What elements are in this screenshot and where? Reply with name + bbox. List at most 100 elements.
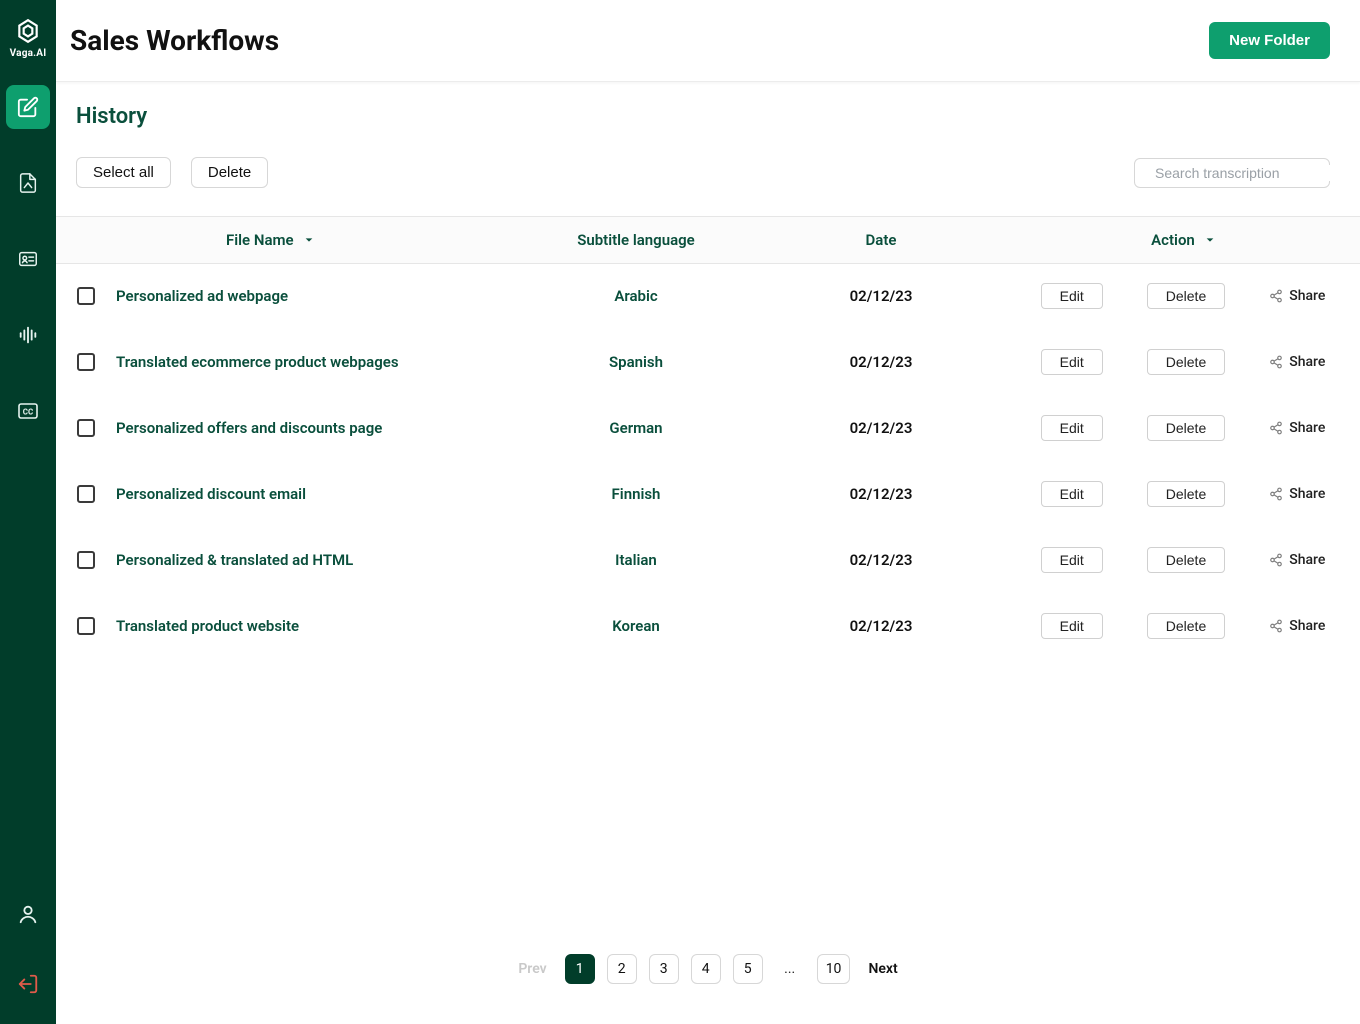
brand-name: Vaga.AI (10, 48, 47, 59)
content: History Select all Delete File Name (56, 82, 1360, 1024)
share-button[interactable]: Share (1269, 354, 1325, 370)
row-checkbox[interactable] (77, 353, 95, 371)
table-row: Personalized offers and discounts page G… (56, 396, 1360, 460)
row-checkbox[interactable] (77, 419, 95, 437)
share-icon (1269, 619, 1283, 633)
row-actions: Edit Delete Share (1006, 283, 1360, 309)
share-button[interactable]: Share (1269, 486, 1325, 502)
sidebar-nav: CC (6, 85, 50, 433)
row-delete-button[interactable]: Delete (1147, 547, 1225, 573)
edit-button[interactable]: Edit (1041, 547, 1103, 573)
pagination-prev[interactable]: Prev (512, 957, 552, 981)
file-name[interactable]: Personalized discount email (116, 485, 516, 503)
audio-wave-icon (17, 324, 39, 346)
sidebar-bottom (6, 892, 50, 1006)
pagination-page[interactable]: 1 (565, 954, 595, 984)
share-button[interactable]: Share (1269, 552, 1325, 568)
th-action[interactable]: Action (1151, 231, 1195, 249)
file-pdf-icon (17, 172, 39, 194)
select-all-button[interactable]: Select all (76, 157, 171, 188)
section-header: History (56, 104, 1360, 129)
main: Sales Workflows New Folder History Selec… (56, 0, 1360, 1024)
edit-button[interactable]: Edit (1041, 415, 1103, 441)
row-date: 02/12/23 (756, 617, 1006, 635)
delete-button[interactable]: Delete (191, 157, 268, 188)
share-icon (1269, 421, 1283, 435)
row-checkbox[interactable] (77, 485, 95, 503)
share-label: Share (1289, 486, 1325, 502)
sidebar-item-profile[interactable] (6, 892, 50, 936)
file-name[interactable]: Personalized offers and discounts page (116, 419, 516, 437)
share-button[interactable]: Share (1269, 420, 1325, 436)
th-file-name[interactable]: File Name (226, 231, 294, 249)
th-date[interactable]: Date (866, 231, 897, 249)
subtitle-language: Italian (516, 551, 756, 569)
row-date: 02/12/23 (756, 485, 1006, 503)
row-date: 02/12/23 (756, 287, 1006, 305)
row-date: 02/12/23 (756, 419, 1006, 437)
row-checkbox[interactable] (77, 617, 95, 635)
pagination-page[interactable]: 5 (733, 954, 763, 984)
table-row: Personalized & translated ad HTML Italia… (56, 528, 1360, 592)
share-icon (1269, 355, 1283, 369)
edit-button[interactable]: Edit (1041, 349, 1103, 375)
pagination-page[interactable]: 4 (691, 954, 721, 984)
row-actions: Edit Delete Share (1006, 547, 1360, 573)
table: File Name Subtitle language Date Action … (56, 216, 1360, 926)
topbar: Sales Workflows New Folder (56, 0, 1360, 82)
row-actions: Edit Delete Share (1006, 415, 1360, 441)
table-row: Translated ecommerce product webpages Sp… (56, 330, 1360, 394)
pagination-page[interactable]: 10 (817, 954, 851, 984)
sidebar-item-pdf[interactable] (6, 161, 50, 205)
subtitle-language: German (516, 419, 756, 437)
subtitle-language: Korean (516, 617, 756, 635)
page-title: Sales Workflows (70, 24, 279, 57)
table-row: Personalized discount email Finnish 02/1… (56, 462, 1360, 526)
share-button[interactable]: Share (1269, 288, 1325, 304)
search-input[interactable] (1155, 165, 1336, 181)
new-folder-button[interactable]: New Folder (1209, 22, 1330, 59)
brand-logo: Vaga.AI (10, 18, 47, 59)
edit-button[interactable]: Edit (1041, 613, 1103, 639)
file-name[interactable]: Personalized & translated ad HTML (116, 551, 516, 569)
subtitle-language: Arabic (516, 287, 756, 305)
subtitle-language: Finnish (516, 485, 756, 503)
pagination-next[interactable]: Next (862, 957, 903, 981)
caret-down-icon (1205, 235, 1215, 245)
sidebar-item-cc[interactable]: CC (6, 389, 50, 433)
sidebar-item-edit[interactable] (6, 85, 50, 129)
table-row: Translated product website Korean 02/12/… (56, 594, 1360, 658)
share-icon (1269, 553, 1283, 567)
file-name[interactable]: Translated ecommerce product webpages (116, 353, 516, 371)
share-icon (1269, 487, 1283, 501)
edit-button[interactable]: Edit (1041, 283, 1103, 309)
sidebar-item-audio[interactable] (6, 313, 50, 357)
sidebar-item-card[interactable] (6, 237, 50, 281)
file-name[interactable]: Translated product website (116, 617, 516, 635)
row-delete-button[interactable]: Delete (1147, 481, 1225, 507)
pagination-page[interactable]: 3 (649, 954, 679, 984)
svg-text:CC: CC (23, 408, 33, 417)
row-date: 02/12/23 (756, 353, 1006, 371)
row-date: 02/12/23 (756, 551, 1006, 569)
edit-button[interactable]: Edit (1041, 481, 1103, 507)
sidebar-item-logout[interactable] (6, 962, 50, 1006)
search-box[interactable] (1134, 158, 1330, 188)
th-subtitle-language[interactable]: Subtitle language (577, 231, 695, 249)
edit-square-icon (17, 96, 39, 118)
row-delete-button[interactable]: Delete (1147, 349, 1225, 375)
share-label: Share (1289, 552, 1325, 568)
hexagon-logo-icon (15, 18, 41, 44)
row-delete-button[interactable]: Delete (1147, 283, 1225, 309)
share-label: Share (1289, 288, 1325, 304)
share-button[interactable]: Share (1269, 618, 1325, 634)
row-delete-button[interactable]: Delete (1147, 613, 1225, 639)
row-delete-button[interactable]: Delete (1147, 415, 1225, 441)
section-title: History (76, 104, 147, 129)
pagination-page[interactable]: 2 (607, 954, 637, 984)
row-checkbox[interactable] (77, 287, 95, 305)
share-label: Share (1289, 618, 1325, 634)
toolbar: Select all Delete (56, 157, 1360, 216)
file-name[interactable]: Personalized ad webpage (116, 287, 516, 305)
row-checkbox[interactable] (77, 551, 95, 569)
